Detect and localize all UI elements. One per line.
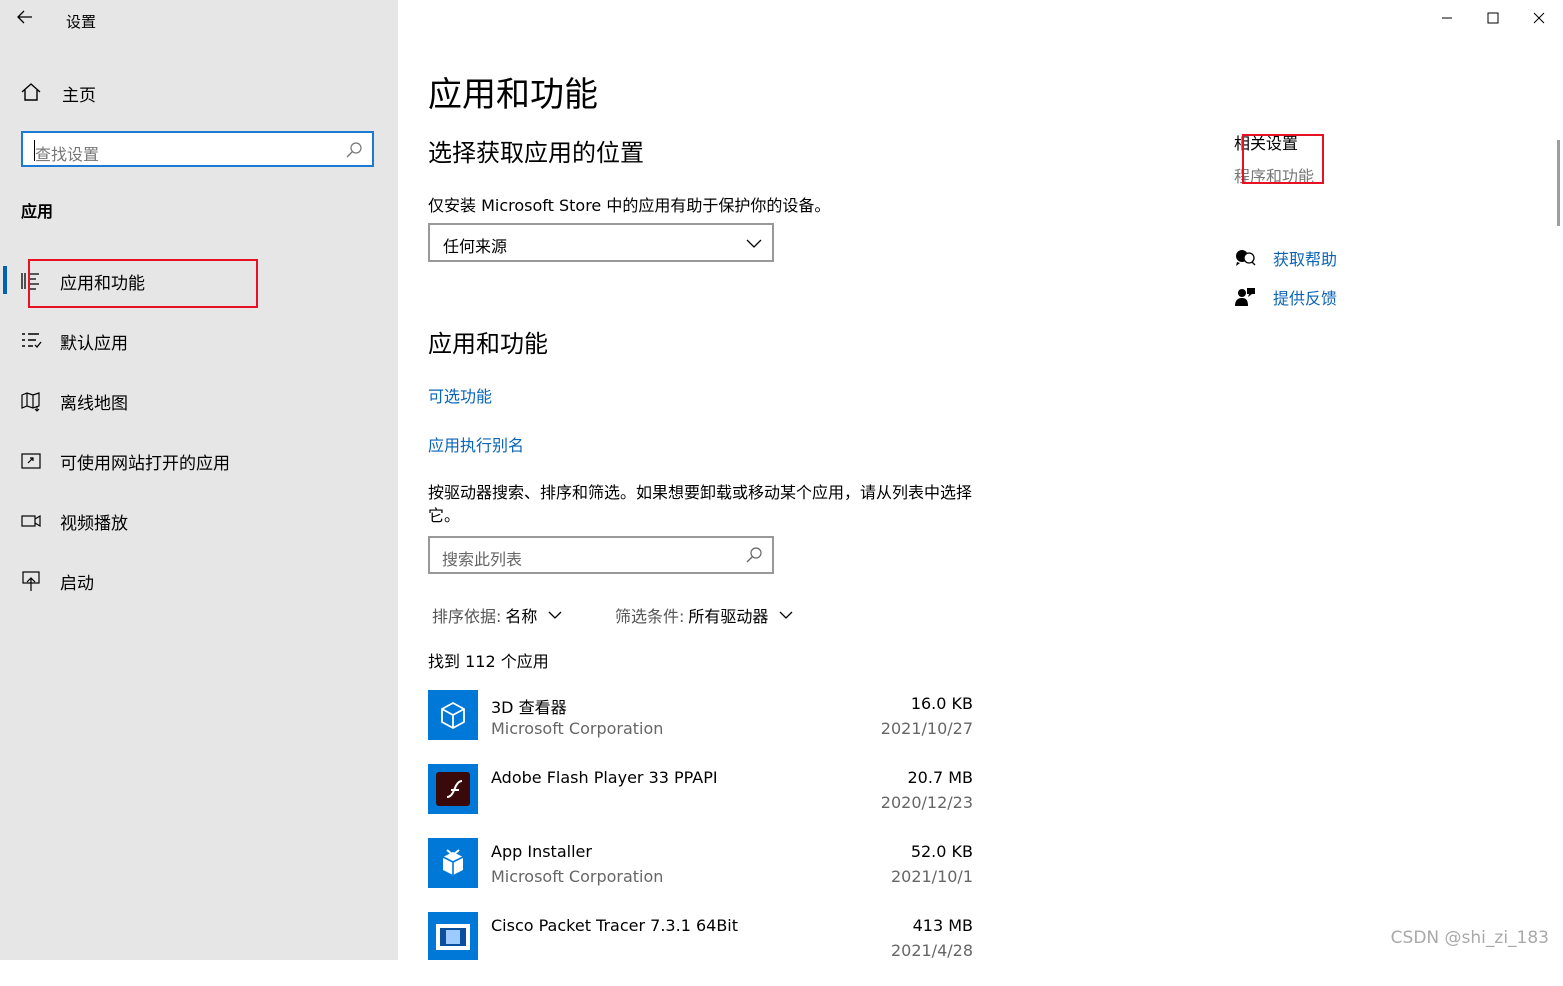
package-icon <box>428 838 478 888</box>
app-date: 2020/12/23 <box>880 793 973 812</box>
cube-icon <box>428 690 478 740</box>
sidebar-item-default-apps[interactable]: 默认应用 <box>0 320 398 362</box>
feedback-link[interactable]: 提供反馈 <box>1234 285 1337 309</box>
feedback-label: 提供反馈 <box>1273 289 1338 308</box>
filter-label: 筛选条件: <box>615 607 685 626</box>
sidebar-item-offline-maps[interactable]: 离线地图 <box>0 380 398 422</box>
scrollbar-thumb[interactable] <box>1557 140 1560 226</box>
app-name: Cisco Packet Tracer 7.3.1 64Bit <box>491 916 739 935</box>
flash-icon <box>428 764 478 814</box>
map-icon <box>20 390 42 412</box>
annotation-box <box>1242 134 1324 184</box>
window-title: 设置 <box>66 13 97 31</box>
app-size: 52.0 KB <box>910 842 973 861</box>
sidebar-item-label: 离线地图 <box>60 393 128 414</box>
home-icon <box>20 81 44 105</box>
chevron-down-icon <box>779 611 793 619</box>
app-date: 2021/4/28 <box>890 941 973 960</box>
search-icon[interactable] <box>745 546 763 564</box>
app-list-search-input[interactable]: 搜索此列表 <box>428 536 774 574</box>
get-help-link[interactable]: 获取帮助 <box>1234 246 1337 270</box>
search-icon[interactable] <box>345 141 363 159</box>
app-name: App Installer <box>491 842 592 861</box>
video-icon <box>20 510 42 532</box>
sidebar-item-video-playback[interactable]: 视频播放 <box>0 500 398 542</box>
app-list-item[interactable]: App Installer Microsoft Corporation 52.0… <box>428 838 973 912</box>
apps-description: 按驱动器搜索、排序和筛选。如果想要卸载或移动某个应用，请从列表中选择它。 <box>428 483 973 525</box>
app-date: 2021/10/27 <box>880 719 973 738</box>
sort-value: 名称 <box>505 607 538 626</box>
app-size: 16.0 KB <box>910 694 973 713</box>
install-source-dropdown[interactable]: 任何来源 <box>428 223 774 262</box>
minimize-icon[interactable] <box>1437 8 1457 28</box>
install-section-heading: 选择获取应用的位置 <box>428 139 644 167</box>
app-publisher: Microsoft Corporation <box>491 719 664 738</box>
app-list-search-placeholder: 搜索此列表 <box>442 550 523 569</box>
app-size: 413 MB <box>912 916 973 935</box>
feedback-icon <box>1234 286 1256 308</box>
app-name: 3D 查看器 <box>491 698 567 717</box>
app-list-item[interactable]: 3D 查看器 Microsoft Corporation 16.0 KB 202… <box>428 690 973 764</box>
settings-search-placeholder: 查找设置 <box>35 145 100 164</box>
packet-tracer-icon <box>428 912 478 962</box>
filter-dropdown[interactable]: 筛选条件: 所有驱动器 <box>615 603 794 627</box>
back-arrow-icon[interactable] <box>10 4 40 30</box>
get-help-label: 获取帮助 <box>1273 250 1338 269</box>
sidebar-item-label: 默认应用 <box>60 333 128 354</box>
page-title: 应用和功能 <box>428 75 598 115</box>
apps-section-heading: 应用和功能 <box>428 330 548 358</box>
app-list-item[interactable]: Cisco Packet Tracer 7.3.1 64Bit 413 MB 2… <box>428 912 973 986</box>
settings-search-input[interactable]: 查找设置 <box>21 131 374 167</box>
sidebar: 设置 主页 查找设置 应用 应用和功能 默认应用 离线地图 可使用网站打开的应用… <box>0 0 398 960</box>
annotation-box <box>28 259 258 308</box>
sidebar-home[interactable]: 主页 <box>20 78 96 108</box>
sidebar-item-label: 视频播放 <box>60 513 128 534</box>
sidebar-item-label: 可使用网站打开的应用 <box>60 453 230 474</box>
web-app-icon <box>20 450 42 472</box>
app-date: 2021/10/1 <box>890 867 973 886</box>
apps-count: 找到 112 个应用 <box>428 652 549 671</box>
app-list-item[interactable]: Adobe Flash Player 33 PPAPI 20.7 MB 2020… <box>428 764 973 838</box>
chat-help-icon <box>1234 247 1256 269</box>
sort-dropdown[interactable]: 排序依据: 名称 <box>432 603 563 627</box>
default-apps-icon <box>20 330 42 352</box>
sidebar-item-startup[interactable]: 启动 <box>0 560 398 602</box>
optional-features-link[interactable]: 可选功能 <box>428 383 492 407</box>
sort-label: 排序依据: <box>432 607 502 626</box>
maximize-icon[interactable] <box>1483 8 1503 28</box>
startup-icon <box>20 570 42 592</box>
dropdown-value: 任何来源 <box>443 237 508 256</box>
app-alias-link[interactable]: 应用执行别名 <box>428 432 524 456</box>
chevron-down-icon <box>745 235 763 249</box>
sidebar-section-title: 应用 <box>21 202 54 221</box>
sidebar-item-label: 启动 <box>60 573 94 594</box>
app-name: Adobe Flash Player 33 PPAPI <box>491 768 718 787</box>
close-icon[interactable] <box>1529 8 1549 28</box>
sidebar-home-label: 主页 <box>62 85 96 106</box>
filter-value: 所有驱动器 <box>688 607 769 626</box>
app-size: 20.7 MB <box>907 768 974 787</box>
install-description: 仅安装 Microsoft Store 中的应用有助于保护你的设备。 <box>428 196 831 215</box>
watermark: CSDN @shi_zi_183 <box>1390 928 1549 948</box>
chevron-down-icon <box>548 611 562 619</box>
sidebar-item-web-apps[interactable]: 可使用网站打开的应用 <box>0 440 398 482</box>
app-publisher: Microsoft Corporation <box>491 867 664 886</box>
